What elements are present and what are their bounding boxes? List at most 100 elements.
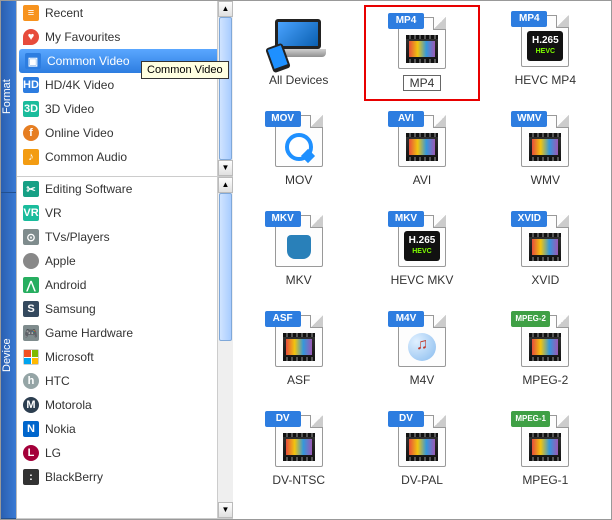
badge: MP4 [511,11,547,27]
caption: DV-PAL [401,473,443,487]
format-cell-hevc-mp4[interactable]: MP4H.265HEVCHEVC MP4 [488,5,603,101]
sidebar-item-game-hardware[interactable]: 🎮 Game Hardware [17,321,233,345]
scroll-up-button[interactable]: ▲ [218,1,233,17]
format-cell-mov[interactable]: MOVMOV [241,105,356,201]
sidebar-item-motorola[interactable]: M Motorola [17,393,233,417]
sidebar-item-label: 3D Video [45,102,227,116]
sidebar-item-android[interactable]: ⋀ Android [17,273,233,297]
threed-icon: 3D [23,101,39,117]
badge: DV [388,411,424,427]
sidebar: Format Device ≡ Recent ♥ My Favourites ▣ [1,1,233,519]
sidebar-item-label: Game Hardware [45,326,227,340]
sidebar-item-vr[interactable]: VR VR [17,201,233,225]
format-cell-m4v[interactable]: M4VM4V [364,305,479,401]
tab-device[interactable]: Device [1,193,16,519]
sidebar-item-lg[interactable]: L LG [17,441,233,465]
badge: AVI [388,111,424,127]
caption: HEVC MKV [391,273,454,287]
sidebar-item-samsung[interactable]: S Samsung [17,297,233,321]
badge: XVID [511,211,547,227]
caption: ASF [287,373,310,387]
sidebar-item-online-video[interactable]: f Online Video [17,121,233,145]
mpeg2-icon: MPEG-2 [513,309,577,369]
scroll-down-button[interactable]: ▼ [218,502,233,518]
sidebar-item-tvs-players[interactable]: ⊙ TVs/Players [17,225,233,249]
format-cell-hevc-mkv[interactable]: MKVH.265HEVCHEVC MKV [364,205,479,301]
recent-icon: ≡ [23,5,39,21]
scroll-track[interactable] [218,17,233,160]
format-items: ≡ Recent ♥ My Favourites ▣ Common Video … [17,1,233,169]
format-cell-dv-pal[interactable]: DV DV-PAL [364,405,479,501]
scroll-thumb[interactable] [219,17,232,160]
format-cell-dv-ntsc[interactable]: DV DV-NTSC [241,405,356,501]
scroll-down-button[interactable]: ▼ [218,160,233,176]
asf-icon: ASF [267,309,331,369]
dv-ntsc-icon: DV [267,409,331,469]
sidebar-item-favourites[interactable]: ♥ My Favourites [17,25,233,49]
video-icon: ▣ [25,53,41,69]
hd-icon: HD [23,77,39,93]
samsung-icon: S [23,301,39,317]
motorola-icon: M [23,397,39,413]
sidebar-item-label: Microsoft [45,350,227,364]
app-root: Format Device ≡ Recent ♥ My Favourites ▣ [0,0,612,520]
online-icon: f [23,125,39,141]
mov-icon: MOV [267,109,331,169]
sidebar-group-device: ✂ Editing Software VR VR ⊙ TVs/Players A… [17,177,233,519]
badge: M4V [388,311,424,327]
caption: XVID [531,273,559,287]
sidebar-item-nokia[interactable]: N Nokia [17,417,233,441]
format-cell-mpeg1[interactable]: MPEG-1MPEG-1 [488,405,603,501]
sidebar-group-format: ≡ Recent ♥ My Favourites ▣ Common Video … [17,1,233,177]
sidebar-item-label: HD/4K Video [45,78,227,92]
sidebar-item-label: TVs/Players [45,230,227,244]
tab-format[interactable]: Format [1,1,16,193]
caption: DV-NTSC [272,473,325,487]
scroll-up-button[interactable]: ▲ [218,177,233,193]
sidebar-item-blackberry[interactable]: : BlackBerry [17,465,233,489]
caption: HEVC MP4 [515,73,576,87]
format-cell-avi[interactable]: AVI AVI [364,105,479,201]
sidebar-item-label: My Favourites [45,30,227,44]
badge: DV [265,411,301,427]
nokia-icon: N [23,421,39,437]
format-cell-xvid[interactable]: XVID XVID [488,205,603,301]
format-grid: All DevicesMP4MP4MP4H.265HEVCHEVC MP4MOV… [233,1,611,505]
badge: WMV [511,111,547,127]
format-cell-all-devices[interactable]: All Devices [241,5,356,101]
sidebar-item-htc[interactable]: h HTC [17,369,233,393]
scroll-thumb[interactable] [219,193,232,341]
sidebar-item-microsoft[interactable]: Microsoft [17,345,233,369]
all-devices-icon [267,9,331,69]
format-cell-mpeg2[interactable]: MPEG-2MPEG-2 [488,305,603,401]
caption: MP4 [403,75,442,91]
scroll-track[interactable] [218,193,233,502]
mp4-icon: MP4 [390,11,454,71]
badge: ASF [265,311,301,327]
format-cell-asf[interactable]: ASF ASF [241,305,356,401]
sidebar-item-apple[interactable]: Apple [17,249,233,273]
m4v-icon: M4V [390,309,454,369]
format-cell-mkv[interactable]: MKVMKV [241,205,356,301]
vertical-tabs: Format Device [1,1,17,519]
badge: MP4 [388,13,424,29]
caption: AVI [413,173,431,187]
badge: MPEG-1 [511,411,550,427]
sidebar-item-editing-software[interactable]: ✂ Editing Software [17,177,233,201]
format-cell-wmv[interactable]: WMVWMV [488,105,603,201]
badge: MPEG-2 [511,311,550,327]
format-cell-mp4[interactable]: MP4 MP4 [364,5,479,101]
lg-icon: L [23,445,39,461]
badge: MOV [265,111,301,127]
scrollbar-format[interactable]: ▲ ▼ [217,1,233,176]
vr-icon: VR [23,205,39,221]
sidebar-item-common-audio[interactable]: ♪ Common Audio [17,145,233,169]
sidebar-item-label: HTC [45,374,227,388]
sidebar-item-label: LG [45,446,227,460]
sidebar-item-label: Nokia [45,422,227,436]
scrollbar-device[interactable]: ▲ ▼ [217,177,233,518]
sidebar-item-3d[interactable]: 3D 3D Video [17,97,233,121]
sidebar-item-recent[interactable]: ≡ Recent [17,1,233,25]
sidebar-item-label: Apple [45,254,227,268]
dv-pal-icon: DV [390,409,454,469]
